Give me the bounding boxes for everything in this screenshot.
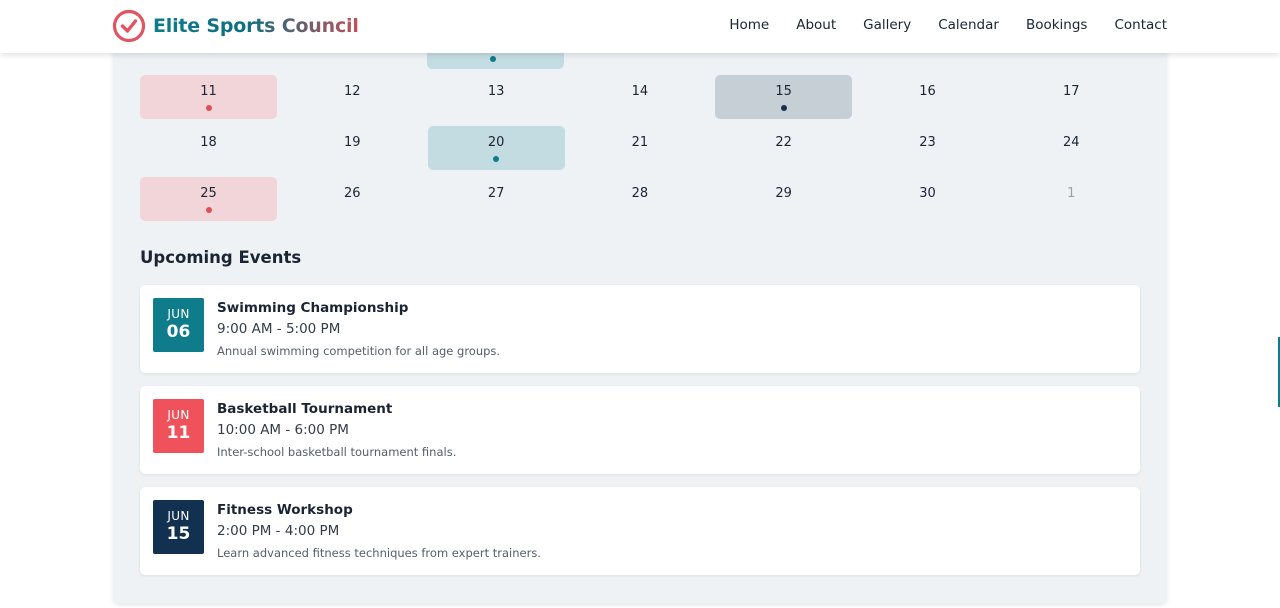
calendar-day-number: 29 <box>775 186 792 201</box>
calendar-day-cell[interactable]: 23 <box>859 126 996 170</box>
nav-calendar[interactable]: Calendar <box>938 17 999 33</box>
calendar-day-number: 22 <box>775 135 792 150</box>
calendar-day-number: 12 <box>344 84 361 99</box>
event-time: 9:00 AM - 5:00 PM <box>217 321 341 337</box>
event-day: 15 <box>166 524 191 544</box>
calendar-week-row: 25 26 27 28 29 30 1 <box>140 177 1140 221</box>
event-date-badge: JUN 15 <box>153 500 204 554</box>
events-list: JUN 06 Swimming Championship 9:00 AM - 5:00… <box>140 285 1140 588</box>
calendar-day-number: 20 <box>487 135 505 150</box>
calendar-day-number: 19 <box>344 135 361 150</box>
calendar-day-number: 1 <box>1067 186 1076 201</box>
event-dot <box>493 156 500 162</box>
calendar-day-cell[interactable]: 17 <box>1003 75 1140 119</box>
calendar-week-row: 18 19 20 21 22 23 24 <box>140 126 1140 170</box>
calendar-day-number: 17 <box>1063 84 1080 99</box>
nav-contact[interactable]: Contact <box>1114 17 1167 33</box>
calendar-day-number: 30 <box>919 186 936 201</box>
event-dot <box>780 105 787 111</box>
calendar-day-number: 18 <box>200 135 217 150</box>
calendar-day-number: 11 <box>200 84 217 99</box>
calendar-day-cell[interactable]: 18 <box>140 126 277 170</box>
calendar-week-row: 11 12 13 14 15 16 17 <box>140 75 1140 119</box>
calendar-day-cell[interactable]: 12 <box>284 75 421 119</box>
calendar-day-number: 23 <box>919 135 936 150</box>
event-dot <box>205 207 212 213</box>
calendar-day-cell[interactable]: 29 <box>715 177 852 221</box>
calendar-day-number: 21 <box>631 135 649 150</box>
event-time: 2:00 PM - 4:00 PM <box>217 523 340 539</box>
calendar-day-number: 26 <box>344 186 361 201</box>
event-description: Annual swimming competition for all age … <box>217 344 501 358</box>
calendar-day-number: 15 <box>775 84 792 99</box>
event-description: Learn advanced fitness techniques from e… <box>217 546 541 560</box>
nav-bookings[interactable]: Bookings <box>1026 17 1088 33</box>
calendar-day-cell[interactable]: 24 <box>1003 126 1140 170</box>
calendar-day-cell[interactable]: 22 <box>715 126 852 170</box>
calendar-day-cell[interactable]: 28 <box>571 177 708 221</box>
calendar-day-cell[interactable]: 25 <box>140 177 277 221</box>
calendar-day-cell[interactable]: 20 <box>427 126 565 170</box>
site-header: Elite Sports Council Home About Gallery … <box>0 0 1280 53</box>
event-card[interactable]: JUN 15 Fitness Workshop 2:00 PM - 4:00 PM Le… <box>140 487 1140 575</box>
nav-gallery[interactable]: Gallery <box>863 17 911 33</box>
calendar-day-number: 16 <box>919 84 936 99</box>
calendar-day-cell[interactable]: 16 <box>859 75 996 119</box>
event-card[interactable]: JUN 06 Swimming Championship 9:00 AM - 5:00… <box>140 285 1140 373</box>
event-month: JUN <box>167 408 190 422</box>
calendar-day-cell[interactable]: 21 <box>571 126 708 170</box>
event-title: Basketball Tournament <box>217 401 393 417</box>
calendar-day-cell[interactable]: 13 <box>428 75 565 119</box>
calendar-day-cell[interactable]: 11 <box>140 75 277 119</box>
calendar-grid: 11 12 13 14 15 16 17 18 19 20 21 22 23 24 25 26 27 28 29 30… <box>140 75 1140 228</box>
calendar-day-cell[interactable]: 26 <box>284 177 421 221</box>
calendar-day-number: 14 <box>631 84 649 99</box>
calendar-day-number: 13 <box>487 84 505 99</box>
event-month: JUN <box>167 307 190 321</box>
nav-about[interactable]: About <box>796 17 836 33</box>
calendar-day-number: 27 <box>487 186 505 201</box>
brand[interactable]: Elite Sports Council <box>112 9 359 43</box>
nav-home[interactable]: Home <box>729 17 769 33</box>
calendar-day-number: 28 <box>631 186 649 201</box>
check-circle-logo-icon <box>112 9 146 43</box>
calendar-day-cell[interactable]: 27 <box>428 177 565 221</box>
event-day: 06 <box>166 322 191 342</box>
event-card[interactable]: JUN 11 Basketball Tournament 10:00 AM - 6:0… <box>140 386 1140 474</box>
event-dot <box>490 56 496 62</box>
calendar-day-cell[interactable]: 15 <box>715 75 853 119</box>
main-nav: Home About Gallery Calendar Bookings Con… <box>729 17 1167 33</box>
event-title: Swimming Championship <box>217 300 409 316</box>
event-time: 10:00 AM - 6:00 PM <box>217 422 349 438</box>
calendar-day-number: 25 <box>200 186 217 201</box>
event-dot <box>205 105 212 111</box>
event-description: Inter-school basketball tournament final… <box>217 445 457 459</box>
event-month: JUN <box>167 509 190 523</box>
event-date-badge: JUN 06 <box>153 298 204 352</box>
calendar-day-number: 24 <box>1063 135 1080 150</box>
calendar-day-cell[interactable]: 1 <box>1003 177 1140 221</box>
calendar-day-cell[interactable]: 30 <box>859 177 996 221</box>
brand-name: Elite Sports Council <box>153 15 359 37</box>
event-day: 11 <box>166 423 191 443</box>
calendar-day-cell[interactable]: 14 <box>571 75 708 119</box>
event-title: Fitness Workshop <box>217 502 353 518</box>
calendar-day-cell[interactable]: 19 <box>284 126 421 170</box>
event-date-badge: JUN 11 <box>153 399 204 453</box>
upcoming-events-title: Upcoming Events <box>140 248 302 267</box>
